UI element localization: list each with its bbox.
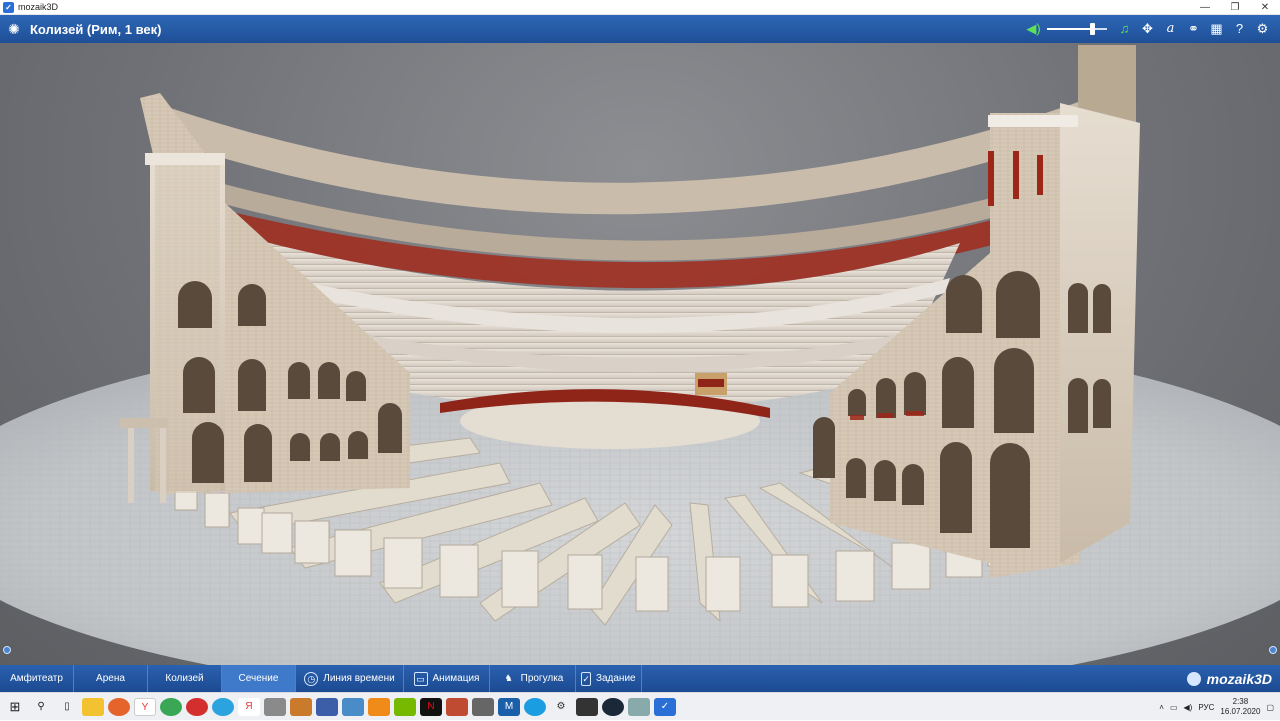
attic-wall-back — [150, 83, 1130, 215]
pen-tool-icon[interactable] — [264, 697, 286, 716]
nav-task[interactable]: ✓ Задание — [576, 665, 642, 692]
nav-walk[interactable]: ♞ Прогулка — [490, 665, 576, 692]
window-titlebar: ✓ mozaik3D — ❐ ✕ — [0, 0, 1280, 15]
volume-fill — [1047, 28, 1092, 30]
yandex-browser-icon[interactable]: Я — [238, 697, 260, 716]
camera-icon[interactable] — [472, 697, 494, 716]
firefox-icon[interactable] — [108, 697, 130, 716]
clock-date: 16.07.2020 — [1220, 707, 1261, 716]
steam-icon[interactable] — [602, 697, 624, 716]
nav-amphitheatre[interactable]: Амфитеатр — [0, 665, 74, 692]
clock[interactable]: 2:38 16.07.2020 — [1220, 697, 1260, 717]
settings-app-icon[interactable]: ⚙ — [550, 698, 572, 716]
volume-icon[interactable]: ◀) — [1184, 703, 1193, 712]
nav-colosseum[interactable]: Колизей — [148, 665, 222, 692]
file-explorer-icon[interactable] — [82, 697, 104, 716]
edge-icon[interactable] — [524, 697, 546, 716]
nav-label: Амфитеатр — [10, 673, 63, 684]
move-icon[interactable]: ✥ — [1136, 15, 1159, 43]
nav-label: Линия времени — [323, 673, 395, 684]
loading-spinner-icon[interactable]: ✺ — [6, 21, 22, 37]
nav-arena[interactable]: Арена — [74, 665, 148, 692]
clock-time: 2:38 — [1232, 697, 1249, 706]
3d-viewport[interactable] — [0, 43, 1280, 665]
document-icon[interactable] — [316, 697, 338, 716]
nav-label: Колизей — [165, 673, 204, 684]
store-icon[interactable] — [576, 697, 598, 716]
minimize-button[interactable]: — — [1190, 0, 1220, 15]
text-icon[interactable]: a — [1159, 15, 1182, 43]
nav-label: Задание — [595, 673, 636, 684]
bottom-navigation: Амфитеатр Арена Колизей Сечение ◷ Линия … — [0, 665, 1280, 692]
editor-icon[interactable] — [342, 697, 364, 716]
nav-timeline[interactable]: ◷ Линия времени — [296, 665, 404, 692]
nav-section[interactable]: Сечение — [222, 665, 296, 692]
photos-icon[interactable] — [446, 697, 468, 716]
system-tray: ˄ ▭ ◀) РУС 2:38 16.07.2020 ▢ — [1159, 693, 1274, 721]
mozaik3d-taskbar-icon[interactable]: ✓ — [654, 697, 676, 716]
task-icon: ✓ — [581, 671, 591, 686]
vlc-icon[interactable] — [368, 697, 390, 716]
yandex-icon[interactable]: Y — [134, 697, 156, 716]
windows-start-icon[interactable]: ⊞ — [4, 698, 26, 716]
header-toolbar: ◀) ♫ ✥ a ⚭ ▦ ? ⚙ — [1022, 15, 1274, 43]
task-view-icon[interactable]: ▯ — [56, 698, 78, 716]
image-viewer-icon[interactable] — [628, 697, 650, 716]
window-title: mozaik3D — [18, 2, 59, 12]
app-icon-hammer[interactable] — [290, 697, 312, 716]
chrome-icon[interactable] — [160, 697, 182, 716]
language-indicator[interactable]: РУС — [1198, 703, 1214, 712]
mail-icon[interactable]: M — [498, 697, 520, 716]
tv-icon: ▭ — [413, 671, 428, 686]
close-button[interactable]: ✕ — [1250, 0, 1280, 15]
netflix-icon[interactable]: N — [420, 697, 442, 716]
speaker-icon[interactable]: ◀) — [1022, 15, 1045, 43]
colosseum-model[interactable] — [0, 43, 1280, 665]
window-controls: — ❐ ✕ — [1190, 0, 1280, 15]
viewport-corner-handle-left[interactable] — [3, 646, 11, 654]
viewport-corner-handle-right[interactable] — [1269, 646, 1277, 654]
timeline-icon: ◷ — [304, 671, 319, 686]
grid-icon[interactable]: ▦ — [1205, 15, 1228, 43]
nav-label: Сечение — [238, 673, 279, 684]
nav-label: Прогулка — [520, 673, 564, 684]
nav-label: Анимация — [432, 673, 480, 684]
search-icon[interactable]: ⚲ — [30, 698, 52, 716]
help-icon[interactable]: ? — [1228, 15, 1251, 43]
link-icon[interactable]: ⚭ — [1182, 15, 1205, 43]
app-header: ✺ Колизей (Рим, 1 век) ◀) ♫ ✥ a ⚭ ▦ ? ⚙ — [0, 15, 1280, 43]
maximize-button[interactable]: ❐ — [1220, 0, 1250, 15]
app-icon: ✓ — [3, 1, 14, 13]
brand-globe-icon — [1186, 671, 1201, 686]
opera-icon[interactable] — [186, 697, 208, 716]
brand-logo: mozaik3D — [1186, 665, 1272, 692]
os-taskbar: ⊞ ⚲ ▯ Y Я N M ⚙ ✓ ˄ ▭ ◀) РУС 2:38 16.07.… — [0, 692, 1280, 720]
tray-chevron-icon[interactable]: ˄ — [1159, 703, 1164, 712]
volume-knob[interactable] — [1090, 23, 1095, 35]
notifications-icon[interactable]: ▢ — [1266, 703, 1274, 712]
walk-icon: ♞ — [504, 672, 513, 683]
brand-name: mozaik3D — [1206, 670, 1272, 687]
nav-animation[interactable]: ▭ Анимация — [404, 665, 490, 692]
imperial-box — [695, 373, 727, 395]
network-icon[interactable]: ▭ — [1170, 703, 1178, 712]
nav-label: Арена — [96, 673, 125, 684]
nvidia-icon[interactable] — [394, 697, 416, 716]
telegram-icon[interactable] — [212, 697, 234, 716]
scene-title: Колизей (Рим, 1 век) — [30, 21, 162, 37]
settings-icon[interactable]: ⚙ — [1251, 15, 1274, 43]
volume-slider[interactable] — [1047, 15, 1107, 43]
music-icon[interactable]: ♫ — [1113, 15, 1136, 43]
